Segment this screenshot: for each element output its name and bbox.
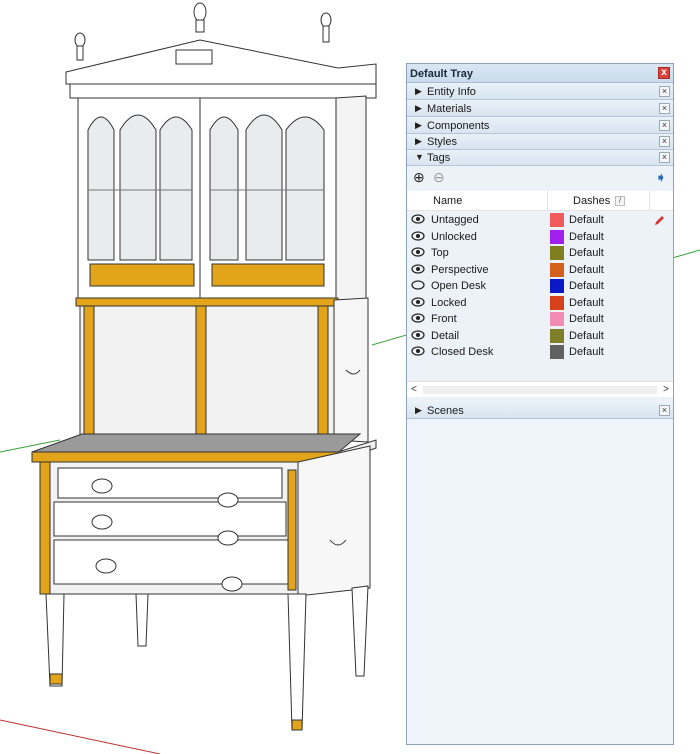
tag-color-swatch[interactable]: [550, 312, 564, 326]
panel-close-icon[interactable]: ×: [659, 120, 670, 131]
tag-color-swatch[interactable]: [550, 345, 564, 359]
panel-scenes[interactable]: ▶ Scenes ×: [407, 403, 673, 419]
scroll-right-icon[interactable]: >: [663, 384, 669, 395]
tag-color-swatch[interactable]: [550, 329, 564, 343]
panel-label: Tags: [427, 152, 451, 164]
name-column-header[interactable]: Name: [433, 195, 462, 207]
panel-label: Entity Info: [427, 86, 476, 98]
tag-color-swatch[interactable]: [550, 246, 564, 260]
visibility-eye-icon[interactable]: [411, 297, 425, 307]
tag-details-button[interactable]: ➧: [655, 170, 667, 184]
tag-row-closed-desk[interactable]: Closed Desk Default: [407, 344, 673, 360]
tag-color-swatch[interactable]: [550, 213, 564, 227]
tag-row-top[interactable]: Top Default: [407, 245, 673, 261]
tag-name[interactable]: Unlocked: [431, 231, 477, 243]
panel-materials[interactable]: ▶ Materials ×: [407, 101, 673, 117]
panel-label: Components: [427, 120, 490, 132]
visibility-eye-icon[interactable]: [411, 330, 425, 340]
tag-name[interactable]: Untagged: [431, 214, 479, 226]
tag-row-locked[interactable]: Locked Default: [407, 295, 673, 311]
tags-column-header: Name Dashes /: [407, 191, 673, 211]
tag-color-swatch[interactable]: [550, 279, 564, 293]
column-divider: [547, 191, 548, 211]
tag-dashes[interactable]: Default: [569, 297, 604, 309]
visibility-eye-icon[interactable]: [411, 231, 425, 241]
tag-row-front[interactable]: Front Default: [407, 311, 673, 327]
expand-arrow-icon: ▶: [415, 136, 422, 146]
cornice: [65, 39, 377, 99]
tag-name[interactable]: Perspective: [431, 264, 488, 276]
upper-cabinet: [77, 95, 367, 303]
panel-close-icon[interactable]: ×: [659, 405, 670, 416]
tag-name[interactable]: Top: [431, 247, 449, 259]
tag-color-swatch[interactable]: [550, 296, 564, 310]
tag-row-detail[interactable]: Detail Default: [407, 328, 673, 344]
panel-label: Materials: [427, 103, 472, 115]
expand-arrow-icon: ▶: [415, 405, 422, 415]
tag-dashes[interactable]: Default: [569, 247, 604, 259]
column-divider: [649, 191, 650, 211]
tag-name[interactable]: Closed Desk: [431, 346, 493, 358]
expand-arrow-icon: ▶: [415, 103, 422, 113]
panel-label: Styles: [427, 136, 457, 148]
collapse-arrow-icon: ▼: [415, 152, 424, 162]
tag-color-swatch[interactable]: [550, 230, 564, 244]
tag-dashes[interactable]: Default: [569, 280, 604, 292]
expand-arrow-icon: ▶: [415, 120, 422, 130]
tag-dashes[interactable]: Default: [569, 214, 604, 226]
scroll-left-icon[interactable]: <: [411, 384, 417, 395]
panel-entity-info[interactable]: ▶ Entity Info ×: [407, 84, 673, 100]
tag-name[interactable]: Open Desk: [431, 280, 486, 292]
visibility-eye-icon[interactable]: [411, 214, 425, 224]
tray-empty-area: [407, 420, 673, 744]
add-tag-button[interactable]: ⊕: [413, 170, 425, 184]
default-tray: Default Tray x ▶ Entity Info × ▶ Materia…: [406, 63, 674, 745]
visibility-eye-icon[interactable]: [411, 247, 425, 257]
panel-close-icon[interactable]: ×: [659, 86, 670, 97]
tag-dashes[interactable]: Default: [569, 231, 604, 243]
delete-tag-button[interactable]: ⊖: [433, 170, 445, 184]
tag-row-open-desk[interactable]: Open Desk Default: [407, 278, 673, 294]
tag-name[interactable]: Locked: [431, 297, 466, 309]
active-tag-pencil-icon: [653, 214, 665, 229]
tag-row-untagged[interactable]: Untagged Default: [407, 212, 673, 228]
panel-styles[interactable]: ▶ Styles ×: [407, 134, 673, 150]
tag-color-swatch[interactable]: [550, 263, 564, 277]
panel-components[interactable]: ▶ Components ×: [407, 118, 673, 134]
dashes-edit-icon[interactable]: /: [615, 196, 625, 206]
tag-row-perspective[interactable]: Perspective Default: [407, 262, 673, 278]
panel-label: Scenes: [427, 405, 464, 417]
visibility-eye-icon[interactable]: [411, 346, 425, 356]
red-axis: [0, 719, 161, 754]
tray-close-button[interactable]: x: [658, 67, 670, 79]
tray-title: Default Tray: [410, 68, 473, 80]
tag-row-unlocked[interactable]: Unlocked Default: [407, 229, 673, 245]
tag-dashes[interactable]: Default: [569, 313, 604, 325]
tag-name[interactable]: Detail: [431, 330, 459, 342]
panel-close-icon[interactable]: ×: [659, 103, 670, 114]
drawer-case: [39, 445, 371, 597]
tambour-section: [75, 297, 369, 443]
tag-dashes[interactable]: Default: [569, 346, 604, 358]
tags-horizontal-scrollbar[interactable]: < >: [407, 381, 673, 397]
hidden-eye-icon[interactable]: [411, 280, 425, 290]
tag-name[interactable]: Front: [431, 313, 457, 325]
visibility-eye-icon[interactable]: [411, 264, 425, 274]
panel-tags[interactable]: ▼ Tags ×: [407, 150, 673, 166]
tag-dashes[interactable]: Default: [569, 264, 604, 276]
panel-close-icon[interactable]: ×: [659, 136, 670, 147]
expand-arrow-icon: ▶: [415, 86, 422, 96]
dashes-column-header[interactable]: Dashes: [573, 195, 610, 207]
visibility-eye-icon[interactable]: [411, 313, 425, 323]
panel-close-icon[interactable]: ×: [659, 152, 670, 163]
tag-dashes[interactable]: Default: [569, 330, 604, 342]
scroll-track[interactable]: [423, 386, 657, 394]
tray-title-bar[interactable]: Default Tray x: [407, 64, 673, 83]
desk-legs: [45, 585, 369, 731]
